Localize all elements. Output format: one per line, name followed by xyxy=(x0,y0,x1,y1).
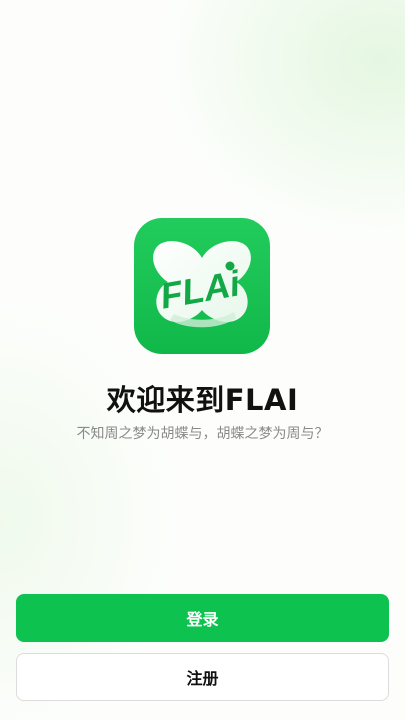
register-button[interactable]: 注册 xyxy=(16,653,389,701)
login-button[interactable]: 登录 xyxy=(16,594,389,642)
flai-logo-icon: FLAi xyxy=(134,218,270,354)
welcome-screen: FLAi 欢迎来到FLAI 不知周之梦为胡蝶与，胡蝶之梦为周与？ 登录 注册 xyxy=(0,0,405,720)
register-button-label: 注册 xyxy=(186,669,219,688)
welcome-title: 欢迎来到FLAI xyxy=(106,383,299,417)
login-button-label: 登录 xyxy=(186,610,219,629)
welcome-subtitle: 不知周之梦为胡蝶与，胡蝶之梦为周与？ xyxy=(76,426,329,442)
